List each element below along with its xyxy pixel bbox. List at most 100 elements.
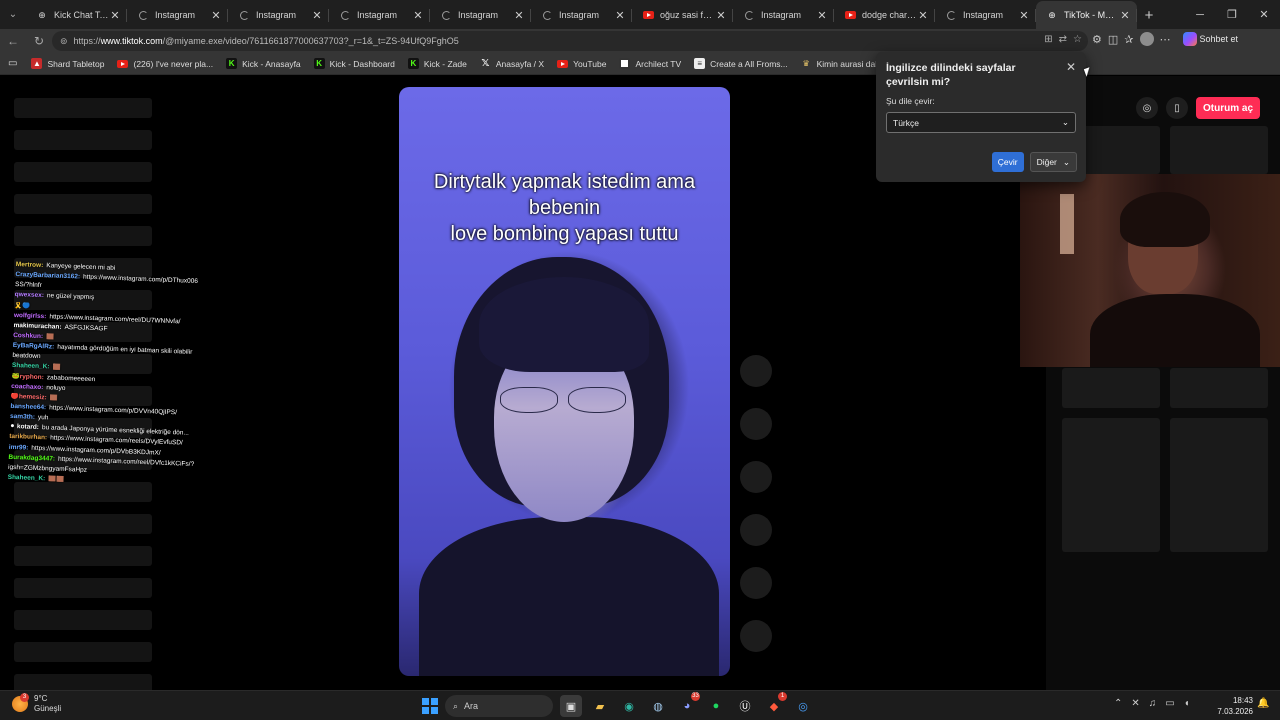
app-available-icon[interactable]: ⊞ <box>1044 34 1052 45</box>
language-select[interactable]: Türkçe ⌄ <box>886 112 1076 133</box>
minimize-icon[interactable]: ─ <box>1184 0 1216 29</box>
more-options-button[interactable]: Diğer ⌄ <box>1029 152 1077 172</box>
microphone-icon[interactable]: ♫ <box>1149 698 1157 709</box>
steam-icon[interactable]: ◍ <box>647 695 669 717</box>
tab-5[interactable]: Instagram ✕ <box>531 1 632 29</box>
clock[interactable]: 18:43 7.03.2026 <box>1213 695 1253 717</box>
bookmark-0[interactable]: ▲ Shard Tabletop <box>31 58 104 69</box>
restore-icon[interactable]: ❐ <box>1216 0 1248 29</box>
translate-popup: İngilizce dilindeki sayfalar çevrilsin m… <box>876 52 1086 182</box>
favorites-icon[interactable]: ✰ <box>1124 33 1133 46</box>
bookmark-5[interactable]: 𝕏 Anasayfa / X <box>480 58 544 69</box>
tab-close-icon[interactable]: ✕ <box>614 9 626 22</box>
weather-widget[interactable]: 3 9°C Güneşli <box>12 693 61 714</box>
login-button[interactable]: Oturum aç <box>1196 97 1261 119</box>
tab-1[interactable]: Instagram ✕ <box>127 1 228 29</box>
network-app-icon[interactable]: ◎ <box>792 695 814 717</box>
phone-icon[interactable]: ▯ <box>1166 97 1188 119</box>
address-bar[interactable]: ⊚ https://www.tiktok.com/@miyame.exe/vid… <box>52 31 1088 51</box>
taskbar-search[interactable]: ⌕ Ara <box>445 695 553 717</box>
new-tab-button[interactable]: + <box>1137 1 1161 29</box>
discord-icon[interactable]: ◕ 33 <box>676 692 700 717</box>
volume-icon[interactable]: ◖ <box>1184 698 1190 709</box>
tab-close-icon[interactable]: ✕ <box>1119 9 1131 22</box>
close-icon[interactable]: ✕ <box>1066 60 1076 74</box>
translate-button[interactable]: Çevir <box>991 152 1024 172</box>
bookmark-8[interactable]: ≡ Create a All Froms... <box>694 58 788 69</box>
notification-bell-icon[interactable]: 🔔 <box>1257 698 1269 709</box>
unreal-engine-icon[interactable]: Ⓤ <box>734 695 756 717</box>
skeleton-row <box>14 610 152 630</box>
bookmark-doc-icon: ≡ <box>694 58 706 69</box>
tab-7[interactable]: Instagram ✕ <box>733 1 834 29</box>
tab-close-icon[interactable]: ✕ <box>917 9 929 22</box>
bookmark-label: Anasayfa / X <box>495 58 545 69</box>
compass-icon[interactable]: ◎ <box>1136 97 1158 119</box>
tab-0[interactable]: ⊕ Kick Chat Takip | Y✕ <box>26 1 127 29</box>
close-window-icon[interactable]: ✕ <box>1248 0 1280 29</box>
chat-username: 🔴hemesiz: <box>10 392 47 402</box>
selected-language: Türkçe <box>893 117 919 128</box>
tab-close-icon[interactable]: ✕ <box>1018 9 1030 22</box>
mic-muted-icon[interactable]: ✕ <box>1131 698 1139 709</box>
music-button[interactable] <box>740 567 772 599</box>
tab-close-icon[interactable]: ✕ <box>412 9 424 22</box>
tab-close-icon[interactable]: ✕ <box>513 9 525 22</box>
start-button-windows-icon[interactable] <box>422 698 438 714</box>
youtube-icon <box>844 9 856 21</box>
save-button[interactable] <box>740 461 772 493</box>
spotify-icon[interactable]: ● <box>705 695 727 717</box>
chat-text: noluyo <box>46 383 66 392</box>
tab-10[interactable]: ⊕ TikTok - Make Your✕ <box>1036 1 1137 29</box>
tab-title: Instagram <box>155 10 196 20</box>
bookmark-4[interactable]: K Kick - Zade <box>407 58 467 69</box>
split-screen-icon[interactable]: ◫ <box>1108 33 1118 46</box>
edge-browser-icon[interactable]: ◉ <box>618 695 640 717</box>
more-menu-icon[interactable]: ⋯ <box>1160 33 1171 46</box>
task-view-icon[interactable]: ▣ <box>560 695 582 717</box>
tab-6[interactable]: oğuz sasi fare oyu✕ <box>632 1 733 29</box>
more-button[interactable] <box>740 620 772 652</box>
tab-4[interactable]: Instagram ✕ <box>430 1 531 29</box>
share-button[interactable] <box>740 514 772 546</box>
tab-3[interactable]: Instagram ✕ <box>329 1 430 29</box>
bookmark-3[interactable]: K Kick - Dashboard <box>313 58 395 69</box>
chat-username: Coshkun: <box>13 331 44 341</box>
tab-close-icon[interactable]: ✕ <box>715 9 727 22</box>
tab-actions-chevron-icon[interactable]: ⌄ <box>0 0 26 29</box>
video-player[interactable]: Dirtytalk yapmak istedim ama bebenin lov… <box>399 87 730 676</box>
tab-close-icon[interactable]: ✕ <box>311 9 323 22</box>
chevron-down-icon: ⌄ <box>1061 117 1069 127</box>
bookmark-7[interactable]: Archilect TV <box>619 58 681 69</box>
tab-9[interactable]: Instagram ✕ <box>935 1 1036 29</box>
tab-close-icon[interactable]: ✕ <box>210 9 222 22</box>
comment-button[interactable] <box>740 408 772 440</box>
tab-8[interactable]: dodge charger 1970✕ <box>834 1 935 29</box>
favorite-star-icon[interactable]: ☆ <box>1073 34 1082 45</box>
bookmark-2[interactable]: K Kick - Anasayfa <box>226 58 301 69</box>
bookmark-1[interactable]: (226) I've never pla... <box>117 58 213 69</box>
bookmark-6[interactable]: YouTube <box>557 58 606 69</box>
site-info-icon[interactable]: ⊚ <box>60 36 68 47</box>
chat-text: 🟫 <box>52 363 61 372</box>
bookmark-label: Kick - Dashboard <box>329 58 395 69</box>
tab-2[interactable]: Instagram ✕ <box>228 1 329 29</box>
display-icon[interactable]: ▭ <box>1165 698 1174 709</box>
extensions-icon[interactable]: ⚙ <box>1092 33 1102 46</box>
profile-avatar[interactable] <box>1139 32 1154 46</box>
like-button[interactable] <box>740 355 772 387</box>
chat-username: wolfgirlss: <box>13 311 47 320</box>
tab-close-icon[interactable]: ✕ <box>816 9 828 22</box>
tab-close-icon[interactable]: ✕ <box>109 9 121 22</box>
collections-icon[interactable]: ▭ <box>8 58 17 69</box>
chevron-up-icon[interactable]: ⌃ <box>1114 698 1122 709</box>
refresh-icon[interactable]: ↻ <box>26 34 52 48</box>
back-icon[interactable]: ← <box>0 34 26 48</box>
file-explorer-icon[interactable]: ▰ <box>589 695 611 717</box>
translate-icon[interactable]: ⇄ <box>1059 34 1067 45</box>
search-placeholder: Ara <box>464 701 479 711</box>
app-icon[interactable]: ◆ 1 <box>763 692 787 717</box>
weather-badge: 3 <box>20 693 29 702</box>
more-options-label: Diğer <box>1036 157 1057 167</box>
copilot-button[interactable]: Sohbet et <box>1182 32 1238 46</box>
